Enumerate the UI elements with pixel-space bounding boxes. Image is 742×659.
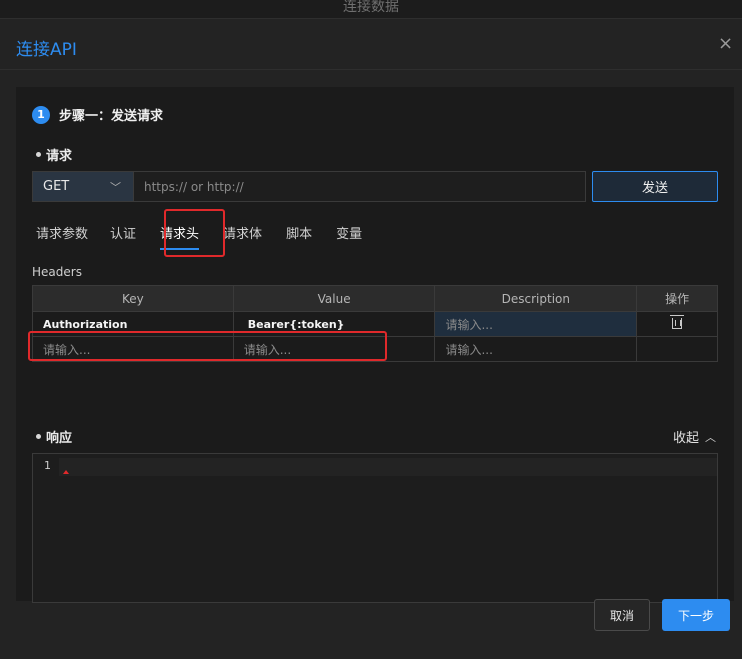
bullet-icon — [36, 152, 41, 157]
content-panel: 1 步骤一：发送请求 请求 GET ﹀ 发送 请求参数 认证 请求头 请求体 脚… — [16, 87, 734, 603]
tab-variables[interactable]: 变量 — [336, 223, 362, 242]
editor-active-line — [59, 458, 717, 476]
caret-marker-icon — [63, 470, 69, 474]
cancel-button[interactable]: 取消 — [594, 599, 650, 631]
column-header-actions: 操作 — [636, 285, 718, 312]
tab-script[interactable]: 脚本 — [286, 223, 312, 242]
close-icon[interactable]: × — [718, 35, 733, 53]
response-section-label: 响应 — [46, 431, 73, 446]
header-description-cell[interactable]: 请输入... — [434, 336, 638, 362]
trash-icon[interactable] — [670, 315, 685, 329]
connect-api-dialog: 连接API × 1 步骤一：发送请求 请求 GET ﹀ 发送 请求参数 认证 请… — [0, 18, 742, 659]
actions-cell — [636, 336, 718, 362]
method-select[interactable]: GET ﹀ — [33, 172, 133, 201]
step-indicator: 1 步骤一：发送请求 — [32, 105, 163, 124]
chevron-down-icon: ﹀ — [110, 181, 121, 194]
headers-label: Headers — [32, 265, 82, 279]
tab-request-params[interactable]: 请求参数 — [36, 223, 88, 242]
step-label: 步骤一：发送请求 — [59, 109, 164, 124]
dialog-title: 连接API — [16, 40, 77, 60]
send-button[interactable]: 发送 — [592, 171, 718, 202]
tab-request-body[interactable]: 请求体 — [223, 223, 262, 242]
tab-auth[interactable]: 认证 — [110, 223, 136, 242]
table-header-row: Key Value Description 操作 — [32, 285, 718, 312]
next-step-button[interactable]: 下一步 — [662, 599, 730, 631]
tab-highlight-box — [164, 209, 225, 257]
column-header-key: Key — [32, 285, 234, 312]
line-number: 1 — [44, 459, 51, 472]
header-description-cell[interactable]: 请输入... — [434, 311, 638, 337]
response-section-title: 响应 — [36, 427, 72, 446]
row-highlight-box — [28, 331, 387, 361]
header-divider — [0, 69, 742, 70]
url-input[interactable] — [133, 172, 585, 201]
step-number-badge: 1 — [32, 105, 50, 124]
request-bar: GET ﹀ — [32, 171, 586, 202]
bullet-icon — [36, 434, 41, 439]
request-section-label: 请求 — [46, 149, 73, 164]
chevron-up-icon: ︿ — [705, 430, 716, 444]
actions-cell — [636, 311, 718, 337]
column-header-description: Description — [434, 285, 638, 312]
column-header-value: Value — [232, 285, 436, 312]
request-section-title: 请求 — [36, 145, 72, 164]
collapse-label: 收起 — [672, 431, 699, 446]
response-editor[interactable]: 1 — [32, 453, 718, 603]
method-value: GET — [43, 179, 70, 194]
collapse-toggle[interactable]: 收起 ︿ — [672, 427, 716, 447]
background-title: 连接数据 — [343, 0, 399, 15]
